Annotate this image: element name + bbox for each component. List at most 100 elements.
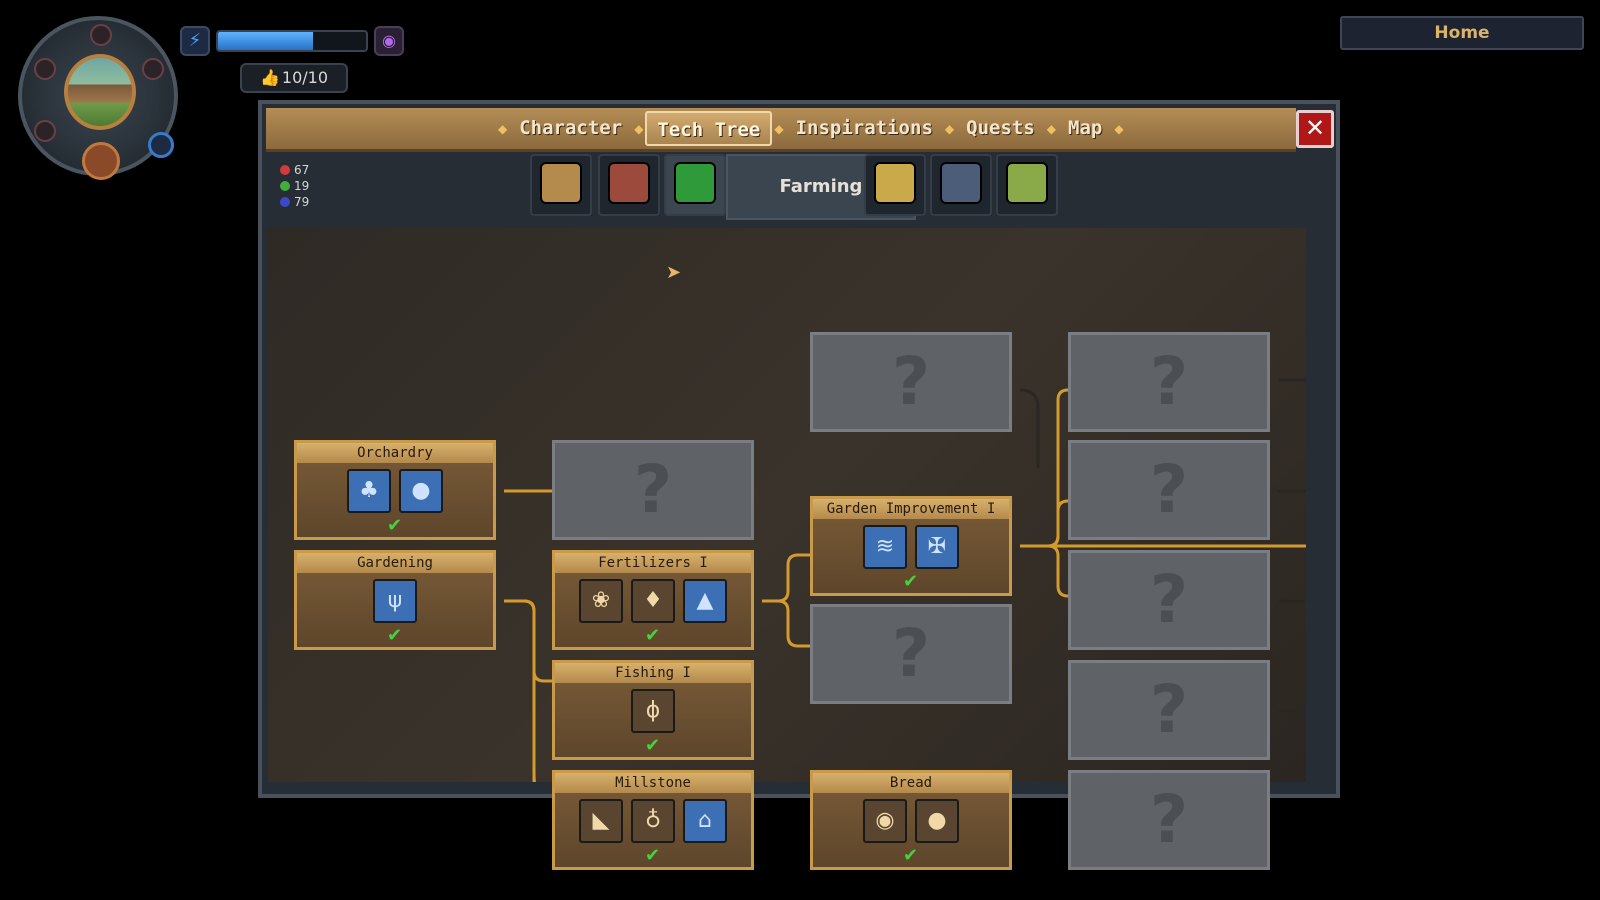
rating-value: 10/10 (281, 68, 329, 87)
locked-tech-node[interactable]: ? (810, 332, 1012, 432)
item-icon[interactable]: ◉ (863, 799, 907, 843)
checkmark-icon: ✔ (645, 625, 661, 646)
tab-divider-icon: ◆ (1114, 121, 1124, 136)
question-mark-icon: ? (1149, 343, 1189, 420)
connector-locked (1019, 388, 1040, 468)
tech-node-title: Fertilizers I (555, 553, 751, 573)
energy-bar (216, 30, 368, 52)
main-tab-bar: ◆ Character ◆ Tech Tree ◆ Inspirations ◆ Quests… (266, 108, 1296, 152)
checkmark-icon: ✔ (645, 735, 661, 756)
question-mark-icon: ? (1149, 781, 1189, 858)
checkmark-icon: ✔ (903, 571, 919, 592)
resource-gem-icon (280, 181, 290, 191)
tab-divider-icon: ◆ (498, 121, 508, 136)
question-mark-icon: ? (891, 615, 931, 692)
category-tab-construction[interactable] (530, 154, 592, 216)
tech-node-orchardry[interactable]: Orchardry ♣ ● ✔ (294, 440, 496, 540)
category-tab-cooking-utensils[interactable] (996, 154, 1058, 216)
tech-node-millstone[interactable]: Millstone ◣ ♁ ⌂ ✔ (552, 770, 754, 870)
crafting-icon (608, 162, 650, 204)
connector-gardening-fishing (504, 599, 558, 683)
resource-counters: 67 19 79 (280, 162, 309, 210)
locked-tech-node[interactable]: ? (1068, 440, 1270, 540)
tech-node-title: Fishing I (555, 663, 751, 683)
category-tab-farming-leaf[interactable] (664, 154, 726, 216)
item-icon[interactable]: ♦ (631, 579, 675, 623)
resource-value: 79 (294, 195, 310, 209)
blueprint-icon[interactable]: ≋ (863, 525, 907, 569)
tech-node-title: Gardening (297, 553, 493, 573)
tab-map[interactable]: Map (1058, 111, 1112, 146)
inspiration-eye-icon (874, 162, 916, 204)
lightning-icon: ⚡ (180, 26, 210, 56)
resource-value: 67 (294, 163, 310, 177)
mouse-cursor-icon: ➤ (666, 262, 682, 283)
gem-icon (90, 24, 112, 46)
category-tab-skull[interactable] (930, 154, 992, 216)
blueprint-icon[interactable]: ● (399, 469, 443, 513)
tech-node-title: Garden Improvement I (813, 499, 1009, 519)
category-tab-inspiration-eye[interactable] (864, 154, 926, 216)
locked-tech-node[interactable]: ? (1068, 332, 1270, 432)
tab-divider-icon: ◆ (944, 121, 955, 136)
resource-gem-icon (280, 165, 290, 175)
resource-gem-icon (280, 197, 290, 207)
tech-tree-canvas: Orchardry ♣ ● ✔ Gardening ψ ✔ Fertilizers I ❀ ♦ ▲ ✔… (268, 228, 1306, 870)
category-tab-crafting[interactable] (598, 154, 660, 216)
locked-tech-node[interactable]: ? (1068, 770, 1270, 870)
item-icon[interactable]: ϕ (631, 689, 675, 733)
checkmark-icon: ✔ (903, 845, 919, 866)
rating-counter: 👍 10/10 (240, 63, 348, 93)
blueprint-icon[interactable]: ψ (373, 579, 417, 623)
question-mark-icon: ? (1149, 451, 1189, 528)
tech-node-fertilizers[interactable]: Fertilizers I ❀ ♦ ▲ ✔ (552, 550, 754, 650)
cooking-utensils-icon (1006, 162, 1048, 204)
player-medallion[interactable] (18, 16, 178, 180)
gem-icon (34, 58, 56, 80)
tech-tree-window: ◆ Character ◆ Tech Tree ◆ Inspirations ◆ Quests… (258, 100, 1340, 870)
question-mark-icon: ? (1149, 561, 1189, 638)
close-button[interactable]: ✕ (1296, 110, 1334, 148)
blue-orb-icon (148, 132, 174, 158)
resource-value: 19 (294, 179, 310, 193)
checkmark-icon: ✔ (645, 845, 661, 866)
tab-character[interactable]: Character (509, 111, 632, 146)
tech-node-garden-improvement[interactable]: Garden Improvement I ≋ ✠ ✔ (810, 496, 1012, 596)
tech-node-bread[interactable]: Bread ◉ ● ✔ (810, 770, 1012, 870)
blueprint-icon[interactable]: ⌂ (683, 799, 727, 843)
skull-icon (940, 162, 982, 204)
farming-leaf-icon (674, 162, 716, 204)
tech-node-gardening[interactable]: Gardening ψ ✔ (294, 550, 496, 650)
home-button[interactable]: Home (1340, 16, 1584, 50)
resource-row: 79 (280, 194, 309, 210)
tab-divider-icon: ◆ (1046, 121, 1056, 136)
item-icon[interactable]: ❀ (579, 579, 623, 623)
construction-icon (540, 162, 582, 204)
locked-tech-node[interactable]: ? (1068, 660, 1270, 760)
blueprint-icon[interactable]: ♣ (347, 469, 391, 513)
locked-tech-node[interactable]: ? (552, 440, 754, 540)
locked-tech-node[interactable]: ? (1068, 550, 1270, 650)
checkmark-icon: ✔ (387, 515, 403, 536)
question-mark-icon: ? (1149, 671, 1189, 748)
item-icon[interactable]: ♁ (631, 799, 675, 843)
locked-tech-node[interactable]: ? (810, 604, 1012, 704)
tab-quests[interactable]: Quests (956, 111, 1045, 146)
magic-orb-icon: ◉ (374, 26, 404, 56)
connector-garden-1 (1020, 388, 1074, 548)
item-icon[interactable]: ● (915, 799, 959, 843)
tab-tech-tree[interactable]: Tech Tree (645, 111, 773, 146)
energy-bar-fill (218, 32, 313, 50)
gem-icon (142, 58, 164, 80)
resource-row: 19 (280, 178, 309, 194)
tab-inspirations[interactable]: Inspirations (786, 111, 943, 146)
item-icon[interactable]: ◣ (579, 799, 623, 843)
tech-node-fishing[interactable]: Fishing I ϕ ✔ (552, 660, 754, 760)
question-mark-icon: ? (633, 451, 673, 528)
connector-gardening-millstone (523, 599, 536, 782)
thumbs-up-icon: 👍 (259, 68, 280, 87)
blueprint-icon[interactable]: ▲ (683, 579, 727, 623)
blueprint-icon[interactable]: ✠ (915, 525, 959, 569)
tech-node-title: Millstone (555, 773, 751, 793)
connector-fertilizers-garden (762, 553, 816, 603)
